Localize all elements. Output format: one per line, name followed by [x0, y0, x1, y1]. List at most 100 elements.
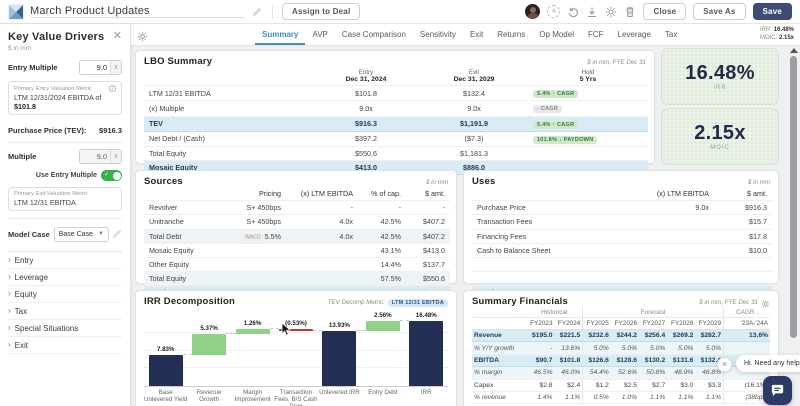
cell: $269.2 — [667, 329, 696, 343]
sources-col-header: (x) LTM EBITDA — [286, 187, 358, 202]
chat-launcher-button[interactable] — [763, 376, 792, 405]
cell: 54.4% — [582, 366, 611, 380]
tab-avp[interactable]: AVP — [305, 24, 334, 45]
cell: $130.2 — [639, 354, 668, 368]
cell: Financing Fees — [472, 229, 622, 244]
financials-col-header: FY2023 — [526, 317, 555, 330]
waterfall-value-label: 2.56% — [374, 311, 392, 319]
sidebar-section-leverage[interactable]: › Leverage — [8, 269, 122, 286]
section-label: Special Situations — [14, 323, 79, 333]
assign-to-deal-button[interactable]: Assign to Deal — [282, 3, 361, 20]
sidebar-section-entry[interactable]: › Entry — [8, 252, 122, 269]
save-as-button[interactable]: Save As — [693, 3, 746, 20]
avatar[interactable] — [525, 4, 541, 19]
financials-group-header: Forecast — [582, 307, 724, 318]
cell — [472, 307, 527, 318]
add-collaborator-icon[interactable]: + — [547, 5, 561, 18]
cell: (x) Multiple — [144, 100, 312, 117]
waterfall-category-label: IRR — [420, 389, 432, 396]
summary-financials-title: Summary Financials — [472, 296, 568, 307]
cell: $15.7 — [714, 214, 772, 230]
save-button[interactable]: Save — [752, 3, 792, 20]
app-logo-icon — [8, 3, 24, 20]
hold-badge: - CAGR — [533, 105, 563, 114]
close-button[interactable]: Close — [643, 3, 687, 20]
cell: 1.1% — [639, 391, 668, 405]
waterfall-value-label: 13.93% — [328, 322, 350, 330]
section-label: Tax — [14, 306, 28, 316]
irr-label: IRR — [713, 84, 727, 91]
cell: Capex — [472, 379, 527, 392]
tab-op-model[interactable]: Op Model — [532, 24, 581, 45]
delete-trash-icon[interactable] — [624, 6, 636, 18]
tab-sensitivity[interactable]: Sensitivity — [413, 24, 463, 45]
tab-exit[interactable]: Exit — [463, 24, 490, 45]
tab-summary[interactable]: Summary — [255, 24, 305, 45]
multiple-input[interactable] — [80, 150, 110, 163]
cell: 1.1% — [667, 391, 696, 405]
cell: 5.4% ↑ CAGR — [528, 85, 648, 102]
scrollbar-thumb[interactable] — [790, 56, 797, 338]
chat-tooltip[interactable]: Hi. Need any help? — [736, 355, 800, 372]
content-scrollbar[interactable] — [789, 46, 798, 406]
tabs-settings-gear-icon[interactable] — [137, 29, 148, 42]
download-icon[interactable] — [586, 6, 598, 18]
cell: Purchase Price — [472, 200, 622, 216]
cell — [723, 341, 770, 355]
table-row: % revenue 1.4% 1.1% 0.5% 1.0% 1.1% 1.1% 1.1% (38… — [472, 391, 770, 405]
purchase-price-value: $916.3 — [99, 126, 122, 135]
waterfall-connector — [182, 354, 193, 356]
sidebar-section-tax[interactable]: › Tax — [8, 303, 122, 320]
undo-history-icon[interactable] — [567, 6, 579, 18]
waterfall-category-label: Entry Debt — [368, 389, 398, 396]
cell — [286, 271, 358, 287]
close-panel-icon[interactable]: ✕ — [113, 31, 122, 42]
lbo-header-row: Entry Dec 31, 2024 Exit Dec 31, 2029 Hold 5 Y… — [144, 67, 648, 87]
sources-col-header: Pricing — [218, 187, 286, 202]
multiple-label: Multiple — [8, 152, 37, 161]
primary-exit-valuation-metric-box[interactable]: Primary Exit Valuation Metric LTM 12/31 … — [8, 187, 122, 211]
primary-entry-valuation-metric-box[interactable]: Primary Entry Valuation Metric i LTM 12/… — [8, 81, 122, 115]
use-entry-multiple-toggle[interactable]: ✓ — [101, 170, 122, 181]
waterfall-connector — [226, 332, 236, 334]
purchase-price-label: Purchase Price (TEV): — [8, 126, 87, 135]
settings-gear-icon[interactable] — [605, 6, 617, 18]
scroll-up-arrow-icon[interactable] — [789, 48, 798, 53]
multiple-suffix: x — [110, 150, 121, 163]
moic-mini-label: MOIC: — [759, 34, 778, 41]
financials-group-row: Historical Forecast CAGR , — [472, 307, 770, 318]
cell: $2.5 — [610, 379, 640, 392]
tab-case-comparison[interactable]: Case Comparison — [335, 24, 413, 45]
tab-leverage[interactable]: Leverage — [611, 24, 658, 45]
cell: $2.7 — [639, 379, 668, 392]
tev-decomp-metric-badge[interactable]: LTM 12/31 EBITDA — [387, 298, 448, 307]
cell: Total Equity — [144, 146, 312, 162]
sidebar-section-special-situations[interactable]: › Special Situations — [8, 320, 122, 337]
waterfall-connector — [313, 330, 323, 332]
tab-tax[interactable]: Tax — [658, 24, 684, 45]
cell: 5.4% ↑ CAGR — [528, 116, 648, 132]
model-case-select[interactable]: Base Case ▼ — [53, 226, 109, 242]
cell: 1.0% — [610, 391, 640, 405]
edit-title-pencil-icon[interactable] — [251, 6, 263, 18]
financials-col-header: FY2028 — [667, 317, 696, 330]
summary-financials-table: Historical Forecast CAGR , FY2023 FY2024 FY2… — [472, 307, 770, 405]
chat-tooltip-close-icon[interactable]: × — [717, 357, 732, 372]
table-row: Transaction Fees $15.7 — [472, 214, 772, 230]
summary-financials-card: Summary Financials $ in mm, FYE Dec 31 H… — [463, 290, 779, 406]
edit-case-pencil-icon[interactable] — [113, 225, 122, 243]
entry-multiple-label: Entry Multiple — [8, 63, 58, 72]
financials-gear-icon[interactable] — [761, 298, 770, 308]
cell: $244.2 — [610, 329, 640, 343]
document-title[interactable]: March Product Updates — [30, 5, 245, 18]
sidebar-section-exit[interactable]: › Exit — [8, 337, 122, 354]
waterfall-bar — [148, 355, 183, 386]
key-value-drivers-panel: Key Value Drivers ✕ $ in mm Entry Multip… — [0, 24, 131, 406]
tab-returns[interactable]: Returns — [490, 24, 532, 45]
cell: LTM 12/31 EBITDA — [144, 85, 312, 102]
lbo-col-header: Entry Dec 31, 2024 — [312, 67, 420, 87]
sources-col-header — [144, 187, 218, 202]
sidebar-section-equity[interactable]: › Equity — [8, 286, 122, 303]
tab-fcf[interactable]: FCF — [581, 24, 611, 45]
entry-multiple-input[interactable] — [80, 61, 110, 74]
